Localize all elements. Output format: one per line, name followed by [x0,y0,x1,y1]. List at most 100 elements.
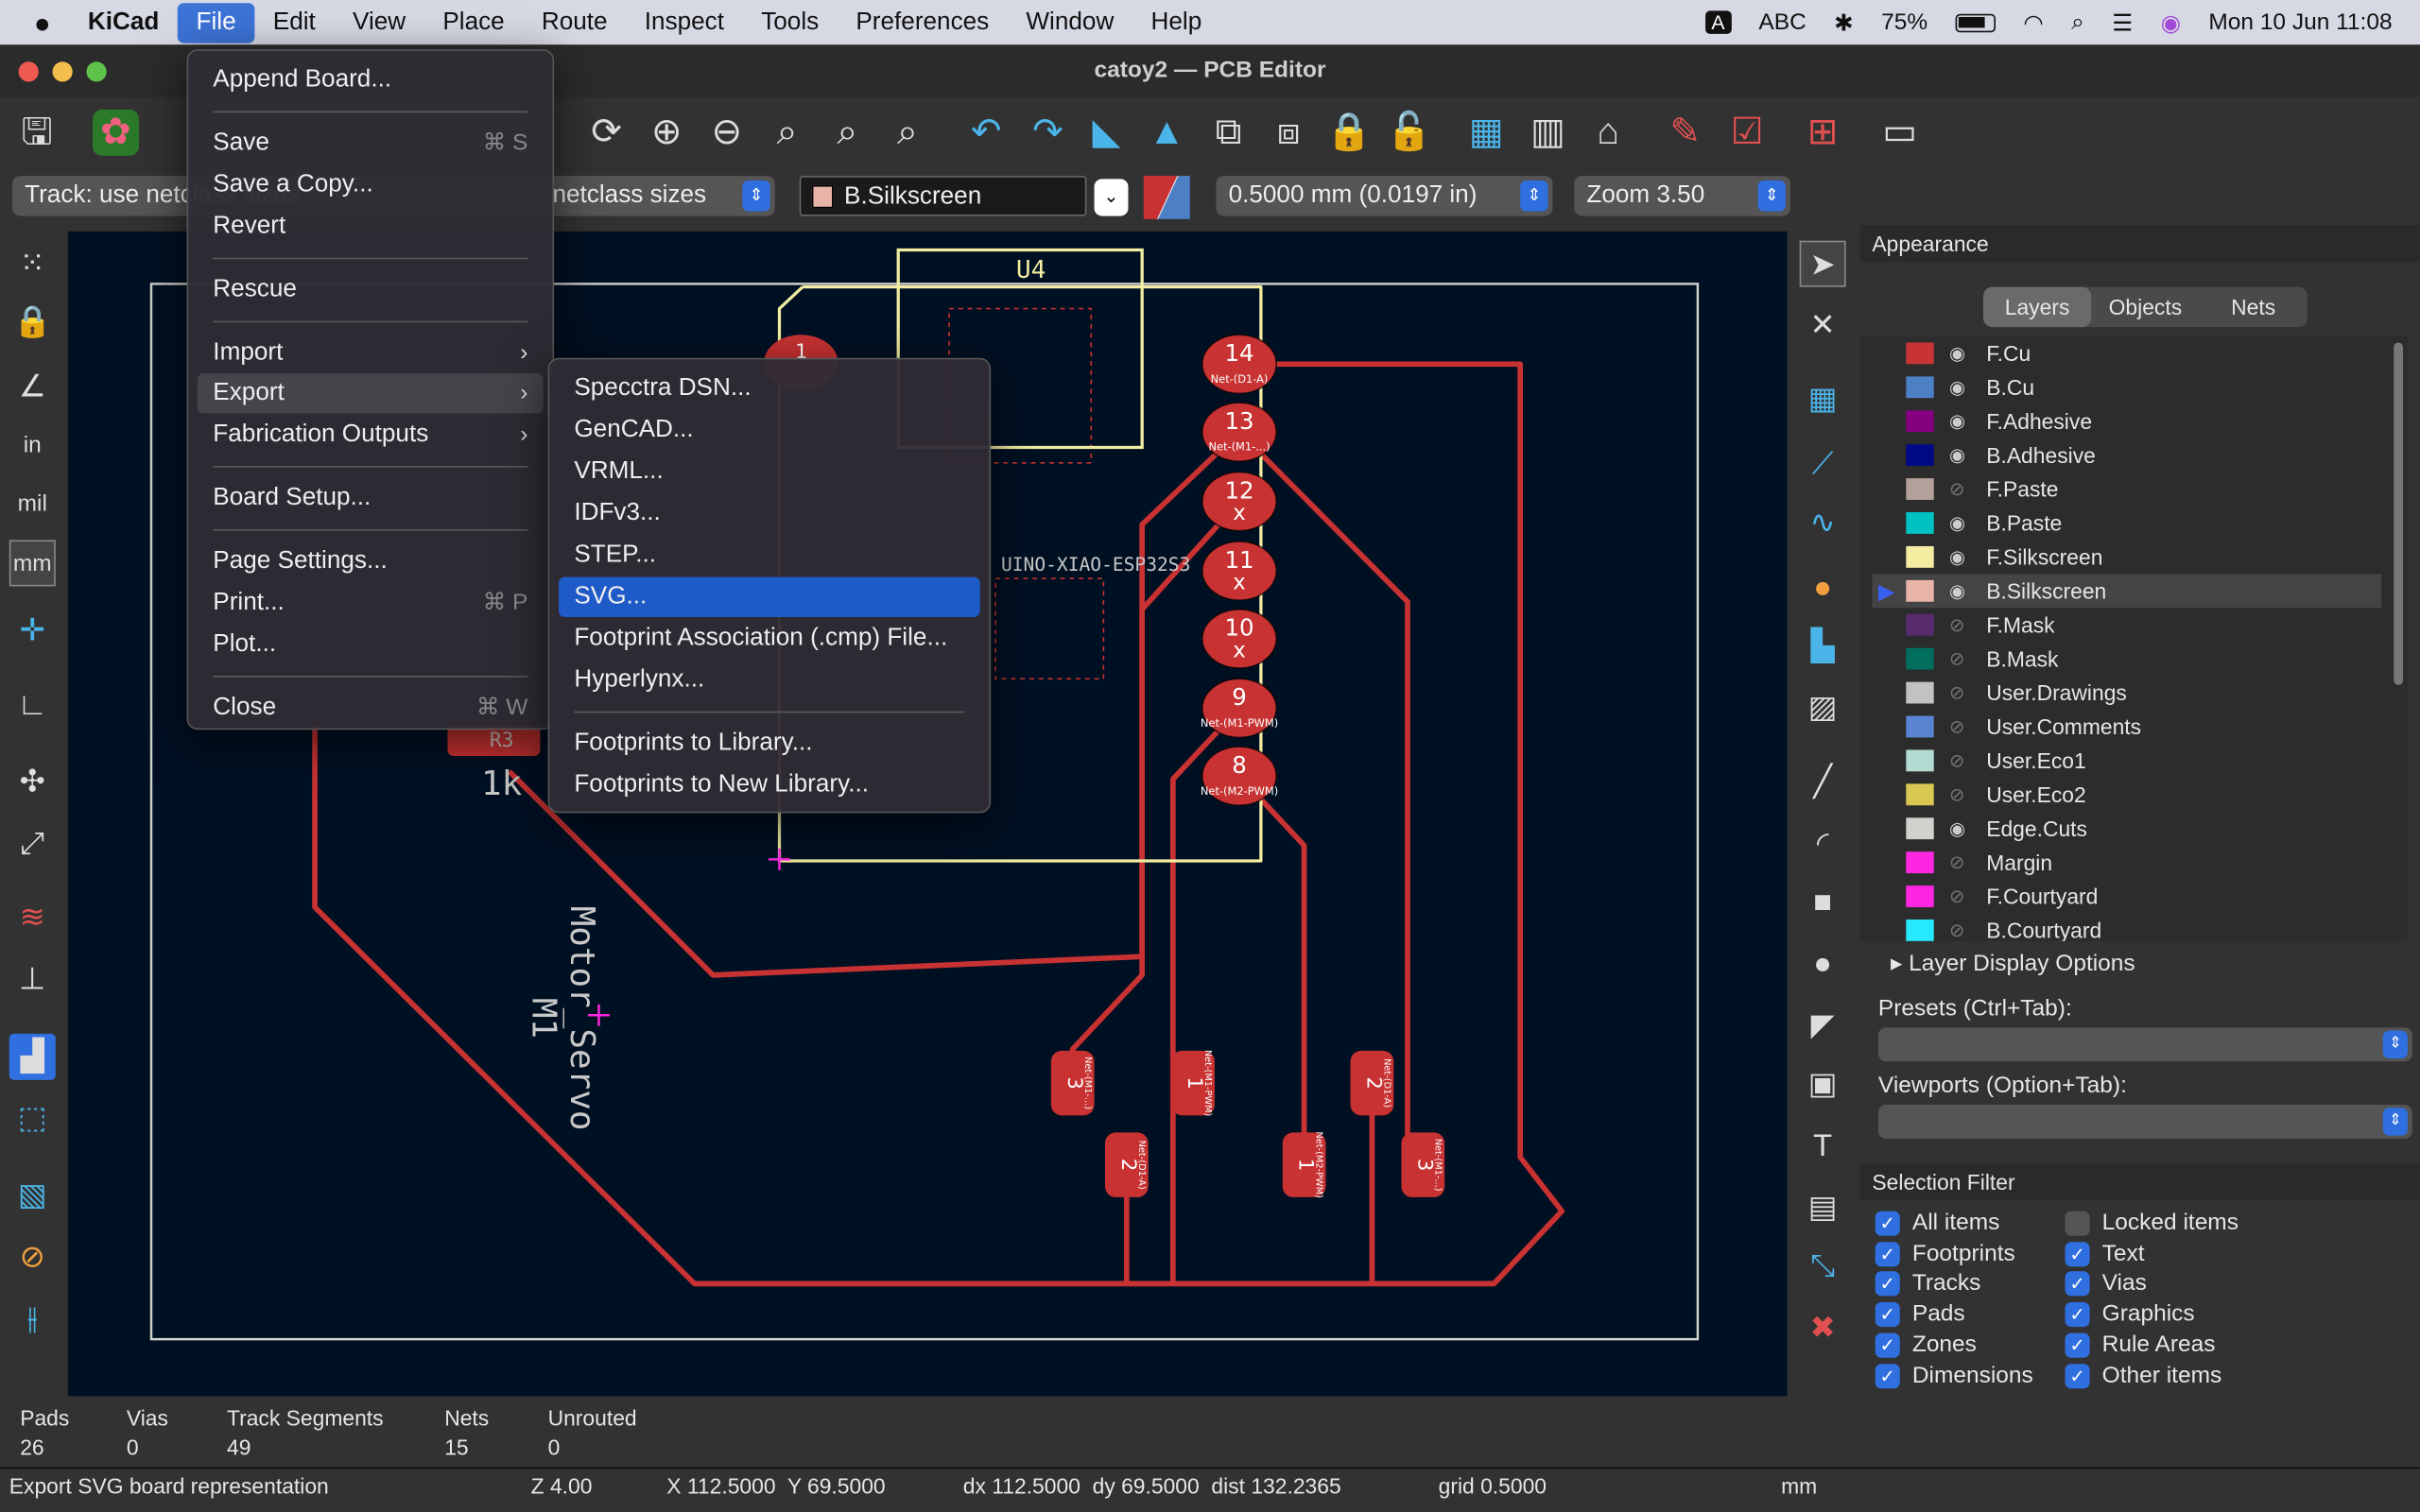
layer-row-user-drawings[interactable]: ⊘ User.Drawings [1872,676,2381,710]
eye-icon[interactable]: ◉ [1949,507,1965,541]
menu-place[interactable]: Place [424,2,524,42]
redraw-icon[interactable]: ⟳ [583,110,630,156]
layer-row-b-paste[interactable]: ◉ B.Paste [1872,507,2381,541]
pad-outline-icon[interactable]: ▧ [9,1173,56,1219]
layer-row-f-silkscreen[interactable]: ◉ F.Silkscreen [1872,540,2381,574]
layer-row-f-mask[interactable]: ⊘ F.Mask [1872,608,2381,642]
footprint-browser-icon[interactable]: ▥ [1525,110,1571,156]
menu-item-rescue[interactable]: Rescue [198,269,544,309]
eye-off-icon[interactable]: ⊘ [1949,608,1964,642]
menu-item-step[interactable]: STEP... [559,536,980,576]
grid-select[interactable]: 0.5000 mm (0.0197 in) ⇕ [1216,176,1553,216]
polar-coords-icon[interactable]: ∠ [9,364,56,410]
tab-layers[interactable]: Layers [1982,286,2092,328]
filter-all-items[interactable]: ✓ All items [1875,1210,1999,1237]
units-mm-button[interactable]: mm [9,540,56,587]
filter-vias[interactable]: ✓ Vias [2065,1270,2147,1297]
add-textbox-icon[interactable]: ▤ [1800,1185,1846,1231]
draw-rectangle-icon[interactable]: ■ [1800,880,1846,926]
checkbox-checked-icon[interactable]: ✓ [2065,1241,2090,1266]
menu-item-page-settings[interactable]: Page Settings... [198,541,544,581]
menu-item-revert[interactable]: Revert [198,206,544,246]
checkbox-checked-icon[interactable]: ✓ [1875,1332,1900,1358]
layer-color-swatch[interactable] [1906,545,1934,568]
zoom-select[interactable]: Zoom 3.50 ⇕ [1574,176,1790,216]
layer-list-scrollbar[interactable] [2394,342,2404,685]
add-image-icon[interactable]: ▣ [1800,1061,1846,1108]
schematic-icon[interactable]: ⊞ [1800,110,1846,156]
ungroup-icon[interactable]: ⧈ [1266,110,1312,156]
checkbox-checked-icon[interactable]: ✓ [2065,1332,2090,1358]
zoom-objects-icon[interactable]: ⌕ [824,110,871,156]
menu-edit[interactable]: Edit [254,2,334,42]
rotate-ccw-icon[interactable]: ↶ [963,110,1010,156]
eye-icon[interactable]: ◉ [1949,404,1965,438]
update-pcb-icon[interactable]: ⌂ [1585,110,1632,156]
layer-color-swatch[interactable] [1906,410,1934,433]
footprint-editor-icon[interactable]: ▦ [1463,110,1510,156]
via-outline-icon[interactable]: ⊥ [9,956,56,1003]
menu-item-svg[interactable]: SVG... [559,576,980,618]
grid-toggle-icon[interactable]: ⁙ [9,241,56,287]
curved-ratsnest-icon[interactable]: ⤢ [9,821,56,868]
servo-pad[interactable]: 1Net-(M1-PWM) [1171,1050,1215,1117]
checkbox-checked-icon[interactable]: ✓ [2065,1302,2090,1328]
menu-item-specctra-dsn[interactable]: Specctra DSN... [559,369,980,408]
checkbox-checked-icon[interactable]: ✓ [1875,1211,1900,1236]
select-tool-icon[interactable]: ➤ [1799,240,1846,287]
scripting-icon[interactable]: ✎ [1662,110,1708,156]
servo-pad[interactable]: 2Net-(D1-A) [1104,1132,1149,1197]
draw-arc-icon[interactable]: ◜ [1800,821,1846,868]
layer-color-swatch[interactable] [1906,715,1934,738]
clock[interactable]: Mon 10 Jun 11:08 [2208,9,2392,36]
menu-item-fabrication-outputs[interactable]: Fabrication Outputs › [198,416,544,455]
console-icon[interactable]: ▭ [1876,110,1923,156]
layer-row-margin[interactable]: ⊘ Margin [1872,846,2381,880]
menu-window[interactable]: Window [1008,2,1132,42]
filter-locked-items[interactable]: Locked items [2065,1210,2238,1237]
menu-inspect[interactable]: Inspect [626,2,742,42]
zone-outline-icon[interactable]: ⬚ [9,1095,56,1142]
zoom-fit-icon[interactable]: ⌕ [764,110,810,156]
eye-off-icon[interactable]: ⊘ [1949,744,1964,778]
layer-row-f-paste[interactable]: ⊘ F.Paste [1872,472,2381,507]
checkbox-checked-icon[interactable]: ✓ [2065,1271,2090,1297]
lock-grid-icon[interactable]: 🔒 [9,300,56,346]
layer-row-b-mask[interactable]: ⊘ B.Mask [1872,642,2381,676]
layer-row-user-eco1[interactable]: ⊘ User.Eco1 [1872,744,2381,778]
menu-item-vrml[interactable]: VRML... [559,452,980,491]
rotate-cw-icon[interactable]: ↷ [1025,110,1071,156]
layer-row-f-cu[interactable]: ◉ F.Cu [1872,336,2381,370]
draw-polygon-icon[interactable]: ◤ [1800,1003,1846,1049]
menu-app[interactable]: KiCad [69,2,178,42]
units-mil-button[interactable]: mil [9,481,56,527]
zoom-in-icon[interactable]: ⊕ [644,110,690,156]
presets-dropdown[interactable]: ⇕ [1877,1027,2412,1062]
viewports-dropdown[interactable]: ⇕ [1877,1104,2412,1139]
layer-color-swatch[interactable] [1906,342,1934,365]
track-outline-icon[interactable]: ≋ [9,895,56,941]
menu-item-footprints-to-library[interactable]: Footprints to Library... [559,724,980,764]
high-contrast-icon[interactable]: ⫲ [9,1296,56,1342]
add-footprint-icon[interactable]: ▦ [1800,376,1846,422]
checkbox-checked-icon[interactable]: ✓ [1875,1302,1900,1328]
save-icon[interactable]: 🖫 [14,110,60,156]
zone-fill-icon[interactable]: ▟ [9,1033,56,1080]
eye-icon[interactable]: ◉ [1949,370,1965,404]
measure-axis-icon[interactable]: ∟ [9,682,56,729]
layer-color-swatch[interactable] [1906,783,1934,806]
menu-item-print[interactable]: Print... ⌘ P [198,583,544,623]
eye-off-icon[interactable]: ⊘ [1949,914,1964,941]
unlock-icon[interactable]: 🔓 [1386,110,1432,156]
menu-item-idfv3[interactable]: IDFv3... [559,493,980,533]
eye-icon[interactable]: ◉ [1949,438,1965,472]
group-icon[interactable]: ⧉ [1205,110,1252,156]
layer-row-user-eco2[interactable]: ⊘ User.Eco2 [1872,778,2381,812]
eye-off-icon[interactable]: ⊘ [1949,778,1964,812]
board-setup-icon[interactable]: ✿ [92,109,139,156]
siri-icon[interactable]: ◉ [2161,9,2181,37]
eye-off-icon[interactable]: ⊘ [1949,846,1964,880]
checkbox-checked-icon[interactable]: ✓ [2065,1363,2090,1388]
eye-icon[interactable]: ◉ [1949,336,1965,370]
drc-icon[interactable]: ☑ [1724,110,1771,156]
